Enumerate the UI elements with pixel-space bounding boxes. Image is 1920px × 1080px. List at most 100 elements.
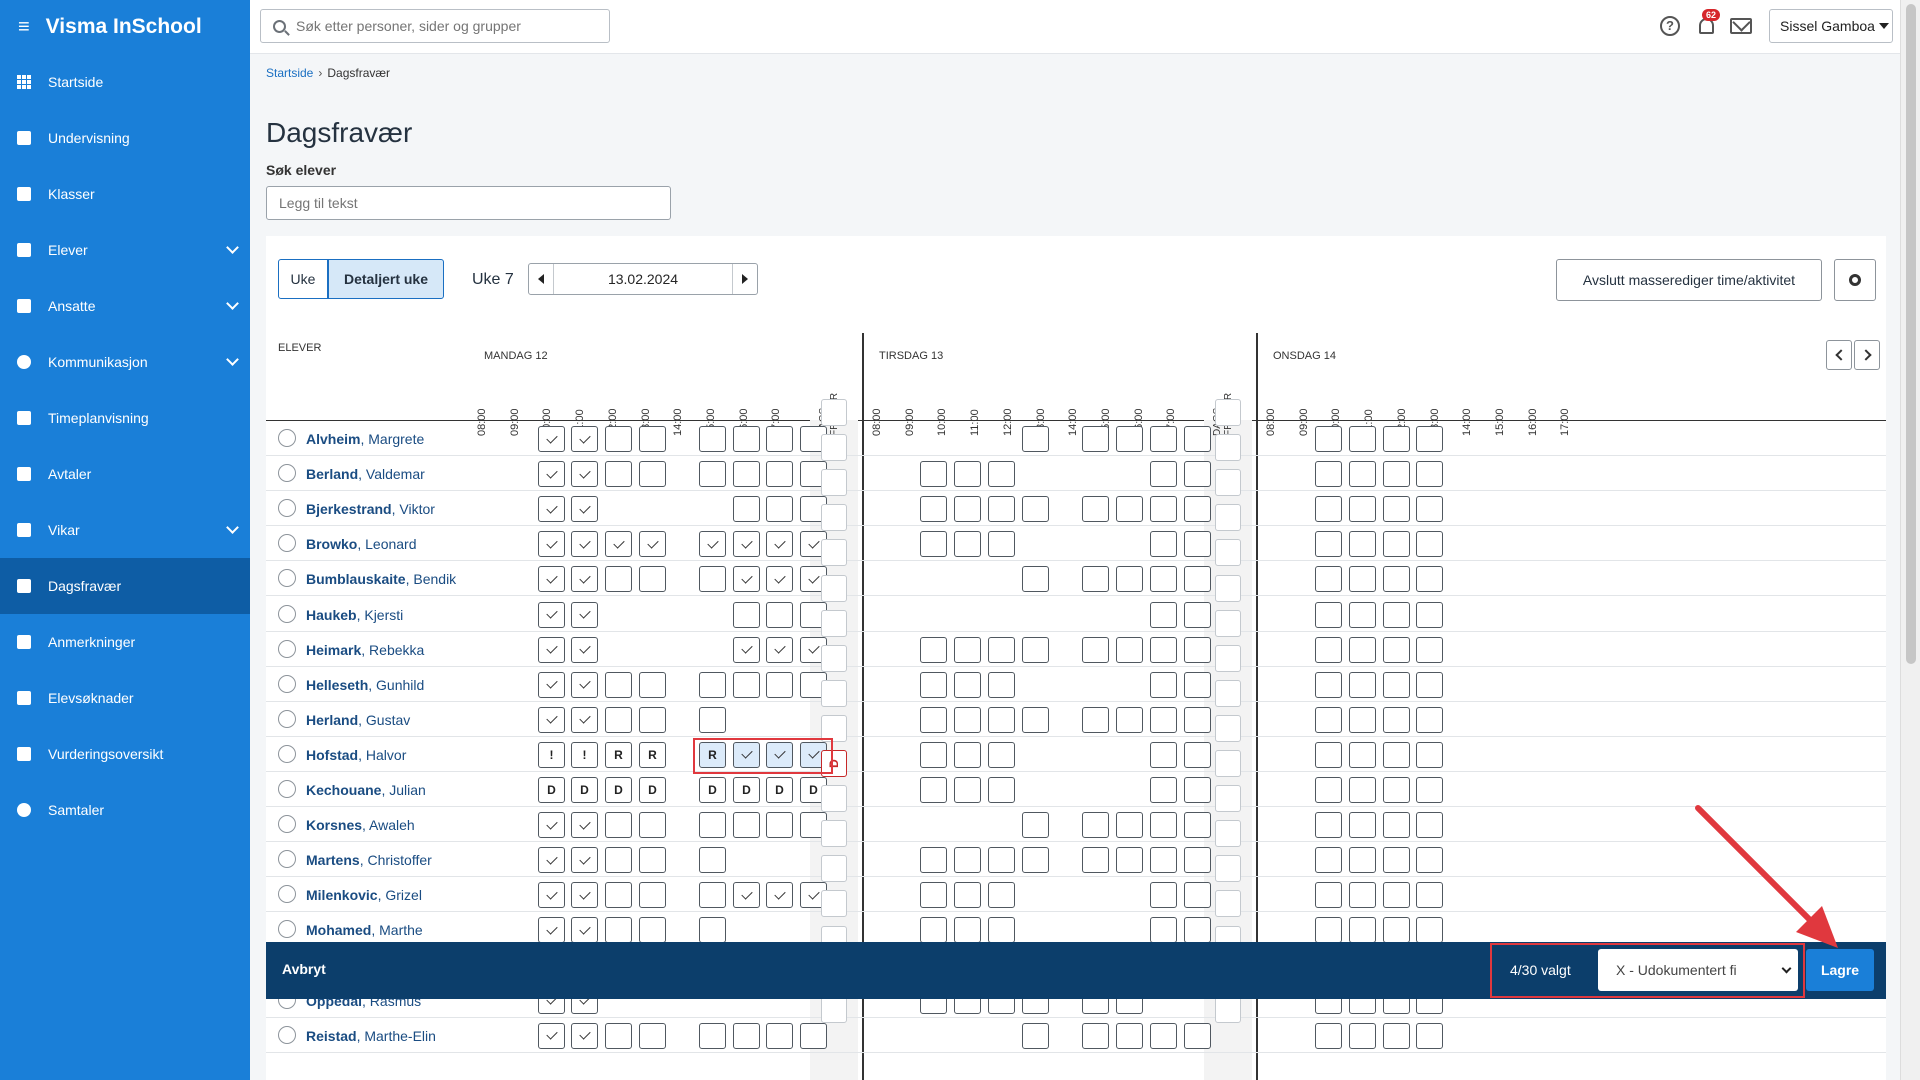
user-menu[interactable]: Sissel Gamboa [1769, 9, 1893, 43]
attendance-cell[interactable] [1116, 636, 1143, 663]
attendance-cell[interactable] [571, 882, 598, 909]
daily-absence-cell[interactable] [821, 644, 847, 672]
attendance-cell[interactable] [1315, 636, 1342, 663]
attendance-cell[interactable] [1150, 566, 1177, 593]
end-mass-edit-button[interactable]: Avslutt masserediger time/aktivitet [1556, 259, 1822, 301]
attendance-cell[interactable] [766, 461, 793, 488]
attendance-cell[interactable] [988, 777, 1015, 803]
attendance-cell[interactable] [639, 671, 666, 698]
attendance-cell[interactable] [988, 917, 1015, 944]
attendance-cell[interactable] [1150, 777, 1177, 803]
row-select-radio[interactable] [278, 709, 296, 728]
attendance-cell[interactable] [1315, 882, 1342, 909]
daily-absence-cell[interactable] [1215, 890, 1241, 918]
attendance-cell[interactable] [1150, 706, 1177, 733]
attendance-cell[interactable] [954, 882, 981, 909]
attendance-cell[interactable] [1150, 741, 1177, 768]
attendance-cell[interactable] [920, 636, 947, 663]
row-select-radio[interactable] [278, 569, 296, 588]
student-name[interactable]: Reistad, Marthe-Elin [306, 1028, 436, 1044]
attendance-cell[interactable] [1349, 426, 1376, 452]
attendance-cell[interactable] [1416, 671, 1443, 698]
attendance-cell[interactable] [1416, 636, 1443, 663]
daily-absence-cell[interactable] [1215, 434, 1241, 462]
attendance-cell[interactable] [1315, 741, 1342, 768]
daily-absence-cell[interactable] [1215, 820, 1241, 848]
attendance-cell[interactable] [1349, 461, 1376, 488]
attendance-cell[interactable] [800, 1022, 827, 1049]
attendance-cell[interactable] [538, 671, 565, 698]
daily-absence-cell[interactable] [1215, 539, 1241, 567]
attendance-cell[interactable] [538, 812, 565, 839]
attendance-cell[interactable] [733, 461, 760, 488]
attendance-cell[interactable] [1349, 636, 1376, 663]
student-name[interactable]: Haukeb, Kjersti [306, 607, 403, 623]
chevron-down-icon[interactable] [226, 297, 239, 310]
attendance-cell[interactable] [605, 461, 632, 488]
attendance-cell[interactable] [1184, 671, 1211, 698]
attendance-cell[interactable] [733, 636, 760, 663]
attendance-cell[interactable] [538, 917, 565, 944]
attendance-cell[interactable] [1022, 706, 1049, 733]
daily-absence-cell[interactable] [1215, 750, 1241, 777]
attendance-cell[interactable] [1150, 636, 1177, 663]
attendance-cell[interactable] [920, 741, 947, 768]
attendance-cell[interactable] [766, 882, 793, 909]
daily-absence-cell[interactable] [821, 820, 847, 848]
row-select-radio[interactable] [278, 885, 296, 904]
attendance-cell[interactable]: D [733, 777, 760, 803]
sidebar-item-5[interactable]: Kommunikasjon [0, 334, 250, 390]
attendance-cell[interactable] [1383, 531, 1410, 558]
attendance-cell[interactable] [920, 847, 947, 874]
attendance-cell[interactable] [571, 706, 598, 733]
next-week-button[interactable] [733, 264, 757, 294]
sidebar-item-3[interactable]: Elever [0, 222, 250, 278]
attendance-cell[interactable] [605, 706, 632, 733]
attendance-cell[interactable] [988, 706, 1015, 733]
daily-absence-cell[interactable] [821, 995, 847, 1023]
row-select-radio[interactable] [278, 534, 296, 553]
attendance-cell[interactable] [920, 917, 947, 944]
attendance-cell[interactable] [733, 1022, 760, 1049]
attendance-cell[interactable] [1150, 601, 1177, 628]
attendance-cell[interactable] [1349, 601, 1376, 628]
attendance-cell[interactable] [639, 461, 666, 488]
global-search[interactable] [260, 9, 610, 43]
attendance-cell[interactable] [571, 461, 598, 488]
global-search-input[interactable] [296, 18, 586, 34]
student-name[interactable]: Browko, Leonard [306, 536, 417, 552]
date-value[interactable]: 13.02.2024 [553, 264, 733, 294]
attendance-cell[interactable]: ! [538, 741, 565, 768]
attendance-cell[interactable] [766, 671, 793, 698]
daily-absence-cell[interactable] [821, 504, 847, 532]
attendance-cell[interactable] [699, 706, 726, 733]
attendance-cell[interactable] [1184, 847, 1211, 874]
attendance-cell[interactable] [1082, 566, 1109, 593]
attendance-cell[interactable] [605, 1022, 632, 1049]
attendance-cell[interactable] [920, 671, 947, 698]
view-detailed-week-button[interactable]: Detaljert uke [328, 259, 444, 299]
attendance-cell[interactable] [1184, 636, 1211, 663]
attendance-cell[interactable] [699, 812, 726, 839]
attendance-cell[interactable] [1184, 531, 1211, 558]
hamburger-menu-icon[interactable]: ≡ [18, 16, 30, 39]
attendance-cell[interactable] [1116, 566, 1143, 593]
attendance-cell[interactable] [1315, 426, 1342, 452]
attendance-cell[interactable] [1184, 917, 1211, 944]
student-name[interactable]: Helleseth, Gunhild [306, 677, 424, 693]
attendance-cell[interactable] [571, 636, 598, 663]
scroll-thumb[interactable] [1906, 4, 1916, 664]
attendance-cell[interactable] [954, 496, 981, 523]
attendance-cell[interactable] [1416, 531, 1443, 558]
attendance-cell[interactable] [538, 426, 565, 452]
attendance-cell[interactable]: D [766, 777, 793, 803]
attendance-cell[interactable] [1383, 777, 1410, 803]
attendance-cell[interactable] [1082, 1022, 1109, 1049]
attendance-cell[interactable] [733, 671, 760, 698]
student-name[interactable]: Korsnes, Awaleh [306, 817, 415, 833]
attendance-cell[interactable] [1416, 847, 1443, 874]
attendance-cell[interactable] [988, 531, 1015, 558]
attendance-cell[interactable] [1416, 812, 1443, 839]
attendance-cell[interactable] [1416, 777, 1443, 803]
attendance-cell[interactable] [1315, 706, 1342, 733]
